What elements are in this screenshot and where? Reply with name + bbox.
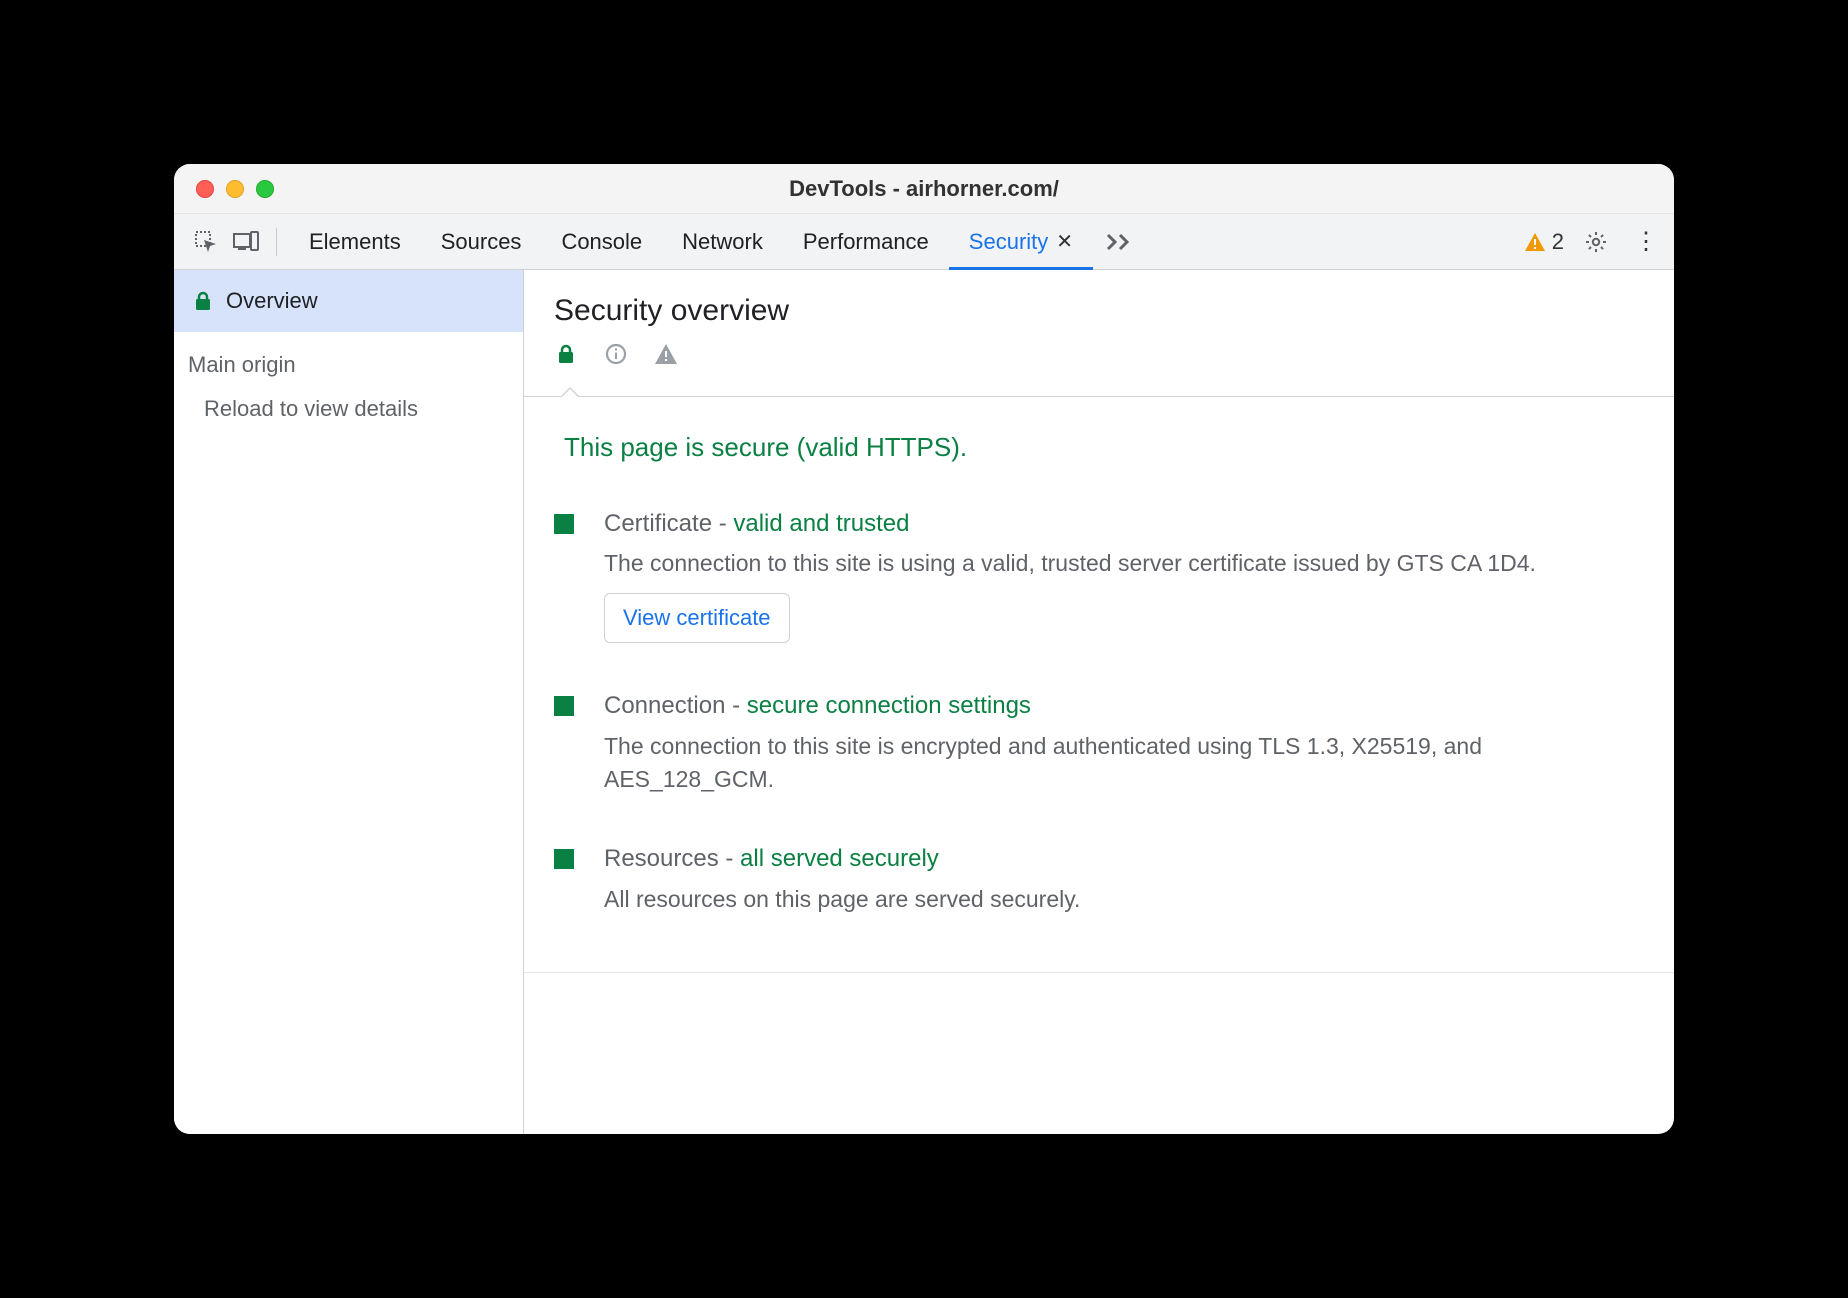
status-square-icon — [554, 696, 574, 716]
security-content: Security overview This page is secure (v… — [524, 270, 1674, 1134]
state-secure-icon — [554, 342, 578, 366]
overview-header: Security overview — [524, 270, 1674, 376]
close-tab-icon[interactable]: ✕ — [1056, 229, 1073, 254]
inspect-element-icon[interactable] — [188, 224, 224, 260]
minimize-window-button[interactable] — [226, 180, 244, 198]
status-square-icon — [554, 514, 574, 534]
certificate-description: The connection to this site is using a v… — [604, 547, 1644, 580]
tab-elements[interactable]: Elements — [289, 214, 421, 269]
overview-divider — [524, 396, 1674, 397]
tab-console[interactable]: Console — [541, 214, 662, 269]
overview-summary: This page is secure (valid HTTPS). — [564, 429, 1644, 467]
overview-title: Security overview — [554, 294, 1644, 328]
window-title: DevTools - airhorner.com/ — [174, 176, 1674, 202]
view-certificate-button[interactable]: View certificate — [604, 593, 790, 643]
sidebar-reload-hint[interactable]: Reload to view details — [174, 386, 523, 432]
issues-badge[interactable]: 2 — [1524, 229, 1564, 255]
state-info-icon — [604, 342, 628, 366]
warning-icon — [1524, 232, 1546, 252]
more-tabs-icon[interactable] — [1101, 224, 1137, 260]
separator — [276, 228, 277, 256]
device-toolbar-icon[interactable] — [228, 224, 264, 260]
lock-icon — [194, 291, 212, 311]
window-controls — [174, 180, 274, 198]
resources-heading: Resources - all served securely — [604, 842, 1644, 877]
resources-description: All resources on this page are served se… — [604, 883, 1644, 916]
devtools-window: DevTools - airhorner.com/ Elements Sourc… — [174, 164, 1674, 1134]
toolbar-right: 2 ⋮ — [1524, 224, 1664, 260]
section-certificate: Certificate - valid and trusted The conn… — [554, 507, 1644, 643]
more-menu-icon[interactable]: ⋮ — [1628, 227, 1664, 256]
connection-description: The connection to this site is encrypted… — [604, 730, 1644, 797]
sidebar-main-origin-heading: Main origin — [174, 332, 523, 386]
sidebar-item-overview[interactable]: Overview — [174, 270, 523, 332]
section-connection: Connection - secure connection settings … — [554, 689, 1644, 796]
zoom-window-button[interactable] — [256, 180, 274, 198]
panel-body: Overview Main origin Reload to view deta… — [174, 270, 1674, 1134]
devtools-toolbar: Elements Sources Console Network Perform… — [174, 214, 1674, 270]
connection-heading: Connection - secure connection settings — [604, 689, 1644, 724]
panel-tabs: Elements Sources Console Network Perform… — [289, 214, 1093, 269]
tab-sources[interactable]: Sources — [421, 214, 542, 269]
section-resources: Resources - all served securely All reso… — [554, 842, 1644, 916]
status-square-icon — [554, 849, 574, 869]
tab-security[interactable]: Security ✕ — [949, 214, 1093, 269]
settings-icon[interactable] — [1578, 224, 1614, 260]
overview-state-icons — [554, 342, 1644, 366]
close-window-button[interactable] — [196, 180, 214, 198]
sidebar-overview-label: Overview — [226, 288, 318, 314]
overview-body: This page is secure (valid HTTPS). Certi… — [524, 397, 1674, 972]
certificate-heading: Certificate - valid and trusted — [604, 507, 1644, 542]
tab-network[interactable]: Network — [662, 214, 783, 269]
content-bottom-divider — [524, 972, 1674, 973]
titlebar: DevTools - airhorner.com/ — [174, 164, 1674, 214]
security-sidebar: Overview Main origin Reload to view deta… — [174, 270, 524, 1134]
tab-performance[interactable]: Performance — [783, 214, 949, 269]
state-warning-icon — [654, 342, 678, 366]
issues-count: 2 — [1552, 229, 1564, 255]
